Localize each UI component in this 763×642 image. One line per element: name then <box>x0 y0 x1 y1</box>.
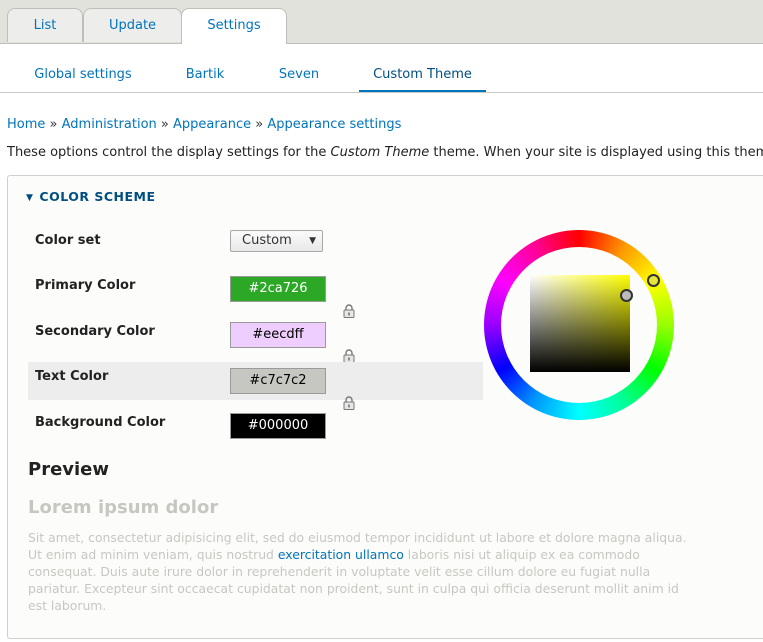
breadcrumb-administration[interactable]: Administration <box>62 117 157 132</box>
preview-text: Sit amet, consectetur adipisicing elit, … <box>28 529 688 614</box>
saturation-value-picker[interactable] <box>530 275 630 372</box>
description-theme-name: Custom Theme <box>330 145 430 160</box>
secondary-color-row: Secondary Color #eecdff <box>28 321 483 359</box>
tab-seven[interactable]: Seven <box>265 58 333 92</box>
tab-custom-theme[interactable]: Custom Theme <box>359 58 486 92</box>
breadcrumb-separator: » <box>255 117 264 132</box>
description-text: These options control the display settin… <box>7 145 763 160</box>
tab-bartik[interactable]: Bartik <box>170 58 240 92</box>
primary-color-row: Primary Color #2ca726 <box>28 275 483 313</box>
color-set-label: Color set <box>35 233 101 248</box>
lock-icon[interactable] <box>343 304 355 318</box>
chevron-down-icon: ▼ <box>309 236 316 246</box>
primary-tabs: List Update Settings <box>0 0 763 44</box>
preview-heading: Lorem ipsum dolor <box>28 497 219 518</box>
background-color-row: Background Color #000000 <box>28 412 483 450</box>
background-color-input[interactable]: #000000 <box>230 413 326 439</box>
color-scheme-toggle[interactable]: ▼ COLOR SCHEME <box>26 189 156 204</box>
color-set-select[interactable]: Custom ▼ <box>230 230 323 252</box>
text-color-label: Text Color <box>35 369 109 384</box>
breadcrumb-home[interactable]: Home <box>7 117 45 132</box>
breadcrumb-appearance-settings[interactable]: Appearance settings <box>267 117 401 132</box>
hue-marker[interactable] <box>647 274 660 287</box>
text-color-row: Text Color #c7c7c2 <box>28 362 483 400</box>
color-set-value: Custom <box>242 233 292 248</box>
description-before: These options control the display settin… <box>7 145 331 160</box>
saturation-marker[interactable] <box>620 289 633 302</box>
secondary-color-input[interactable]: #eecdff <box>230 322 326 348</box>
preview-link[interactable]: exercitation ullamco <box>278 547 404 562</box>
tab-global-settings[interactable]: Global settings <box>20 58 146 92</box>
color-scheme-legend: COLOR SCHEME <box>39 189 156 204</box>
lock-icon[interactable] <box>343 396 355 410</box>
color-scheme-fieldset: ▼ COLOR SCHEME Color set Custom ▼ Primary… <box>7 175 763 639</box>
secondary-color-label: Secondary Color <box>35 324 155 339</box>
primary-color-input[interactable]: #2ca726 <box>230 276 326 302</box>
breadcrumb: Home » Administration » Appearance » App… <box>7 117 401 132</box>
primary-color-label: Primary Color <box>35 278 136 293</box>
lock-icon[interactable] <box>343 349 355 363</box>
breadcrumb-separator: » <box>49 117 58 132</box>
preview-title: Preview <box>28 459 110 480</box>
triangle-down-icon: ▼ <box>26 193 34 203</box>
tab-list[interactable]: List <box>7 8 83 42</box>
breadcrumb-appearance[interactable]: Appearance <box>173 117 251 132</box>
tab-update[interactable]: Update <box>83 8 182 42</box>
color-set-row: Color set Custom ▼ <box>28 230 483 268</box>
secondary-tabs: Global settings Bartik Seven Custom Them… <box>0 58 763 93</box>
description-after: theme. When your site is displayed using… <box>429 145 763 160</box>
tab-settings[interactable]: Settings <box>181 8 287 44</box>
breadcrumb-separator: » <box>160 117 169 132</box>
text-color-input[interactable]: #c7c7c2 <box>230 368 326 394</box>
background-color-label: Background Color <box>35 415 166 430</box>
